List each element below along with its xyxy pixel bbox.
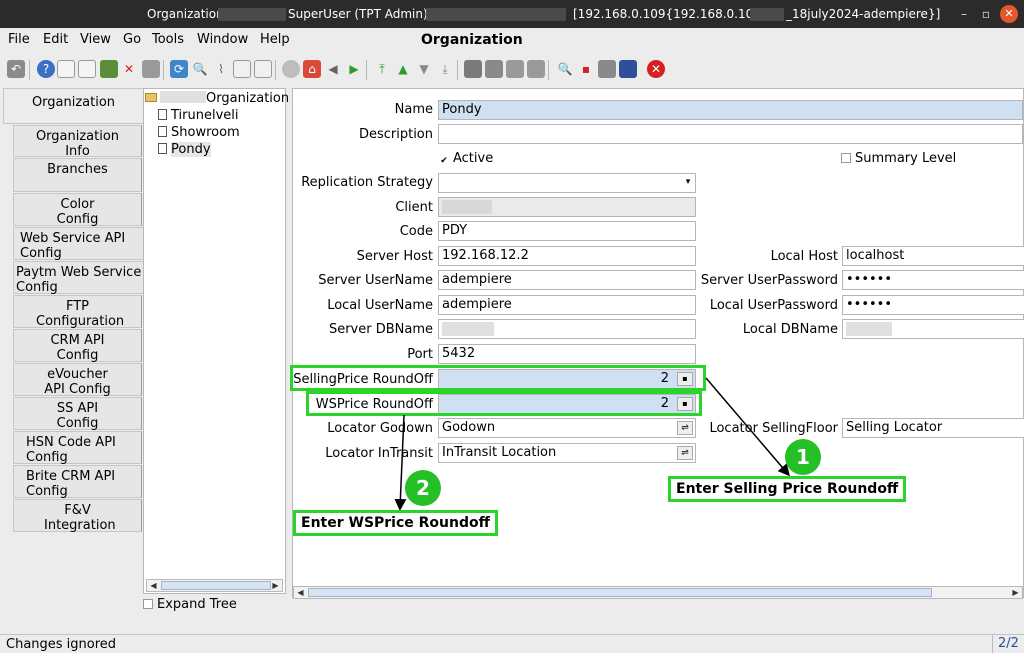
status-message: Changes ignored <box>6 637 117 652</box>
step-2-callout: Enter WSPrice Roundoff <box>293 510 498 536</box>
step-1-badge: 1 <box>785 439 821 475</box>
annotation-arrows <box>394 377 790 511</box>
status-bar: Changes ignored 2/2 <box>0 634 1024 653</box>
step-1-callout: Enter Selling Price Roundoff <box>668 476 907 502</box>
record-counter: 2/2 <box>992 635 1024 653</box>
step-2-badge: 2 <box>405 470 441 506</box>
